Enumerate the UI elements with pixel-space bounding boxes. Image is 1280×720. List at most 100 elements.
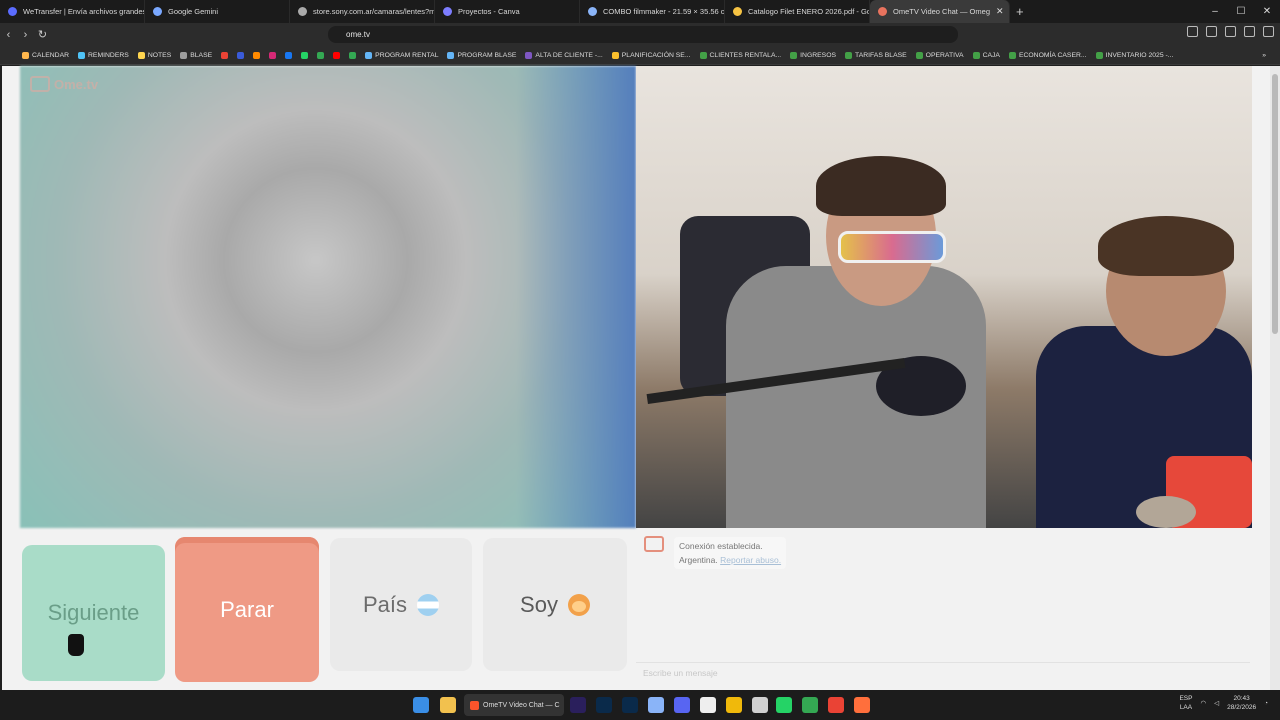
bookmark-item[interactable]: INGRESOS bbox=[790, 51, 837, 59]
sunglasses bbox=[838, 231, 946, 263]
new-tab-button[interactable]: + bbox=[1010, 4, 1030, 19]
clock[interactable]: 20:43 28/2/2026 bbox=[1227, 694, 1256, 712]
bookmark-item[interactable] bbox=[221, 51, 229, 59]
wifi-icon[interactable]: ◠ bbox=[1200, 699, 1206, 707]
bookmark-item[interactable] bbox=[301, 51, 309, 59]
bookmark-item[interactable] bbox=[349, 51, 357, 59]
bookmark-item[interactable]: ECONOMÍA CASER... bbox=[1008, 51, 1087, 59]
bookmark-icon bbox=[78, 51, 86, 59]
sidebar-icon[interactable] bbox=[1244, 26, 1255, 37]
toolbar-icons bbox=[1187, 26, 1274, 37]
browser-tab[interactable]: Catalogo Filet ENERO 2026.pdf - Goo bbox=[725, 0, 870, 23]
minimize-button[interactable]: – bbox=[1202, 6, 1228, 17]
file-explorer-icon[interactable] bbox=[440, 697, 456, 713]
browser-tab[interactable]: OmeTV Video Chat — Omeg ✕ bbox=[870, 0, 1010, 23]
bookmark-item[interactable]: INVENTARIO 2025 -... bbox=[1095, 51, 1173, 59]
taskbar-active-task[interactable]: OmeTV Video Chat — C bbox=[464, 694, 564, 716]
sheets-icon[interactable] bbox=[802, 697, 818, 713]
photoshop-icon[interactable] bbox=[596, 697, 612, 713]
close-tab-icon[interactable]: ✕ bbox=[996, 6, 1004, 17]
browser-tab[interactable]: WeTransfer | Envía archivos grandes bbox=[0, 0, 145, 23]
bookmark-label: BLASE bbox=[190, 51, 213, 59]
bookmark-icon bbox=[972, 51, 980, 59]
bookmark-icon bbox=[22, 51, 29, 59]
country-selector[interactable]: País bbox=[330, 538, 472, 671]
chatgpt-icon[interactable] bbox=[752, 697, 768, 713]
bookmark-icon bbox=[447, 51, 455, 59]
bookmark-item[interactable] bbox=[253, 51, 261, 59]
premiere-icon[interactable] bbox=[570, 697, 586, 713]
bookmark-icon bbox=[317, 51, 325, 59]
bookmark-item[interactable]: REMINDERS bbox=[78, 51, 129, 59]
chrome-icon[interactable] bbox=[828, 697, 844, 713]
message-input[interactable]: Escribe un mensaje bbox=[636, 662, 1250, 682]
lightroom-icon[interactable] bbox=[622, 697, 638, 713]
share-icon[interactable] bbox=[1206, 26, 1217, 37]
menu-icon[interactable] bbox=[1263, 26, 1274, 37]
bookmark-item[interactable]: NOTES bbox=[137, 51, 171, 59]
browser-tab[interactable]: Google Gemini bbox=[145, 0, 290, 23]
bookmark-label: CAJA bbox=[982, 51, 1000, 59]
bookmark-item[interactable] bbox=[237, 51, 245, 59]
cast-icon[interactable] bbox=[1187, 26, 1198, 37]
notification-bell-icon[interactable]: ◔ bbox=[1264, 700, 1268, 707]
tab-favicon-icon bbox=[443, 7, 452, 16]
bookmark-icon bbox=[237, 51, 245, 59]
tv-icon bbox=[30, 76, 50, 92]
whatsapp-icon[interactable] bbox=[776, 697, 792, 713]
app-icon[interactable] bbox=[854, 697, 870, 713]
bookmark-label: INGRESOS bbox=[800, 51, 837, 59]
self-video bbox=[636, 66, 1252, 528]
back-icon[interactable]: ‹ bbox=[0, 29, 17, 41]
next-button[interactable]: Siguiente bbox=[22, 545, 165, 681]
tab-favicon-icon bbox=[878, 7, 887, 16]
bookmark-item[interactable] bbox=[317, 51, 325, 59]
bookmark-item[interactable]: CLIENTES RENTALA... bbox=[699, 51, 781, 59]
discord-icon[interactable] bbox=[674, 697, 690, 713]
bookmark-item[interactable] bbox=[269, 51, 277, 59]
bookmark-item[interactable] bbox=[285, 51, 293, 59]
volume-icon[interactable]: ◁ bbox=[1214, 699, 1219, 707]
bookmark-item[interactable]: CAJA bbox=[972, 51, 1000, 59]
bookmark-item[interactable]: OPERATIVA bbox=[915, 51, 964, 59]
scrollbar-thumb[interactable] bbox=[1272, 74, 1278, 334]
cup bbox=[1136, 496, 1196, 528]
language-code: ESP bbox=[1179, 695, 1193, 702]
maximize-button[interactable]: ☐ bbox=[1228, 6, 1254, 17]
capcut-icon[interactable] bbox=[700, 697, 716, 713]
shield-icon[interactable] bbox=[1225, 26, 1236, 37]
binance-icon[interactable] bbox=[726, 697, 742, 713]
bookmark-label: PROGRAM BLASE bbox=[457, 51, 517, 59]
bookmark-item[interactable] bbox=[333, 51, 341, 59]
bookmark-item[interactable]: PROGRAM RENTAL bbox=[365, 51, 438, 59]
stop-button[interactable]: Parar bbox=[175, 537, 319, 682]
bookmark-item[interactable]: ALTA DE CLIENTE -... bbox=[525, 51, 603, 59]
forward-icon[interactable]: › bbox=[17, 29, 34, 41]
bookmarks-overflow-button[interactable]: » bbox=[1262, 52, 1280, 59]
partner-country: Argentina. bbox=[679, 555, 718, 565]
bookmark-item[interactable]: PLANIFICACIÓN SE... bbox=[611, 51, 691, 59]
notepad-icon[interactable] bbox=[648, 697, 664, 713]
browser-tab[interactable]: Proyectos - Canva bbox=[435, 0, 580, 23]
gender-selector[interactable]: Soy bbox=[483, 538, 627, 671]
clock-date: 28/2/2026 bbox=[1227, 704, 1257, 711]
browser-tab[interactable]: store.sony.com.ar/camaras/lentes?m bbox=[290, 0, 435, 23]
language-indicator[interactable]: ESP LAA bbox=[1179, 694, 1192, 712]
bookmark-item[interactable]: CALENDAR bbox=[22, 51, 69, 59]
hair bbox=[816, 156, 946, 216]
bookmark-item[interactable]: BLASE bbox=[180, 51, 213, 59]
browser-tab[interactable]: COMBO filmmaker - 21.59 × 35.56 c bbox=[580, 0, 725, 23]
reload-icon[interactable]: ↻ bbox=[34, 28, 51, 41]
bookmark-item[interactable]: TARIFAS BLASE bbox=[845, 51, 907, 59]
bookmark-item[interactable]: PROGRAM BLASE bbox=[447, 51, 517, 59]
page-scrollbar[interactable] bbox=[1270, 66, 1280, 690]
chat-panel: Conexión establecida. Argentina. Reporta… bbox=[636, 532, 1252, 682]
country-label: País bbox=[362, 591, 408, 617]
bookmark-label: ECONOMÍA CASER... bbox=[1018, 51, 1087, 59]
bookmark-icon bbox=[349, 51, 357, 59]
report-abuse-link[interactable]: Reportar abuso. bbox=[720, 555, 781, 565]
close-window-button[interactable]: ✕ bbox=[1254, 6, 1280, 17]
url-field[interactable]: ome.tv bbox=[328, 26, 958, 43]
window-controls: – ☐ ✕ bbox=[1202, 0, 1280, 23]
windows-start-icon[interactable] bbox=[413, 697, 429, 713]
